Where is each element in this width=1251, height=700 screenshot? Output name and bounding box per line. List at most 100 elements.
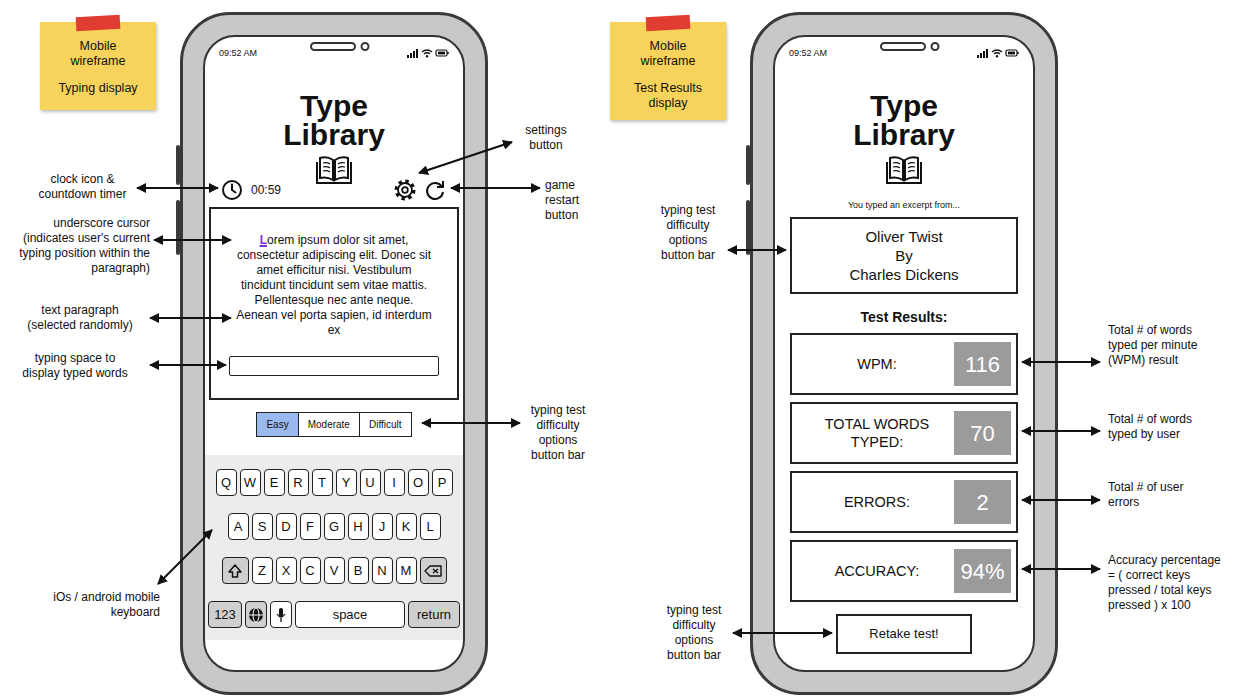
note-line: wireframe (40, 54, 156, 69)
keyboard-key[interactable]: G (324, 513, 345, 540)
annotation-line: settings (512, 123, 580, 138)
keyboard-key[interactable]: I (384, 469, 405, 496)
keyboard-key[interactable]: F (300, 513, 321, 540)
typing-phone: 09:52 AMTypeLibrary00:59Lorem ipsum dolo… (180, 12, 488, 695)
annotation-arrows (0, 0, 1251, 700)
annotation-line: options (522, 433, 594, 448)
microphone-key[interactable] (270, 601, 292, 628)
keyboard-key[interactable]: N (372, 557, 393, 584)
shift-key[interactable] (222, 557, 249, 584)
keyboard-key[interactable]: R (288, 469, 309, 496)
keyboard-key[interactable]: S (252, 513, 273, 540)
side-button (746, 200, 750, 255)
annotation-arrow (158, 530, 212, 584)
gear-icon[interactable] (393, 178, 417, 202)
result-label: ACCURACY: (800, 562, 954, 580)
difficulty-button[interactable]: Moderate (298, 413, 359, 436)
result-value: 2 (954, 480, 1011, 524)
keyboard-key[interactable]: Y (336, 469, 357, 496)
results-phone: 09:52 AMTypeLibraryYou typed an excerpt … (750, 12, 1058, 695)
book-line: Oliver Twist (800, 227, 1008, 246)
annotation-arrow (1022, 361, 1100, 363)
annotation-line: paragraph) (0, 261, 150, 276)
backspace-key[interactable] (420, 557, 447, 584)
status-bar: 09:52 AM (205, 45, 463, 61)
keyboard-key[interactable]: V (324, 557, 345, 584)
keyboard-key[interactable]: J (372, 513, 393, 540)
annotation-label: Total # of wordstyped by user (1108, 412, 1246, 442)
result-label-line: WPM: (800, 355, 954, 373)
restart-icon[interactable] (423, 178, 447, 202)
status-time: 09:52 AM (789, 47, 827, 59)
status-icon (977, 48, 1019, 58)
tape-strip (646, 15, 691, 31)
keyboard-key[interactable]: H (348, 513, 369, 540)
annotation-arrow (419, 142, 512, 173)
annotation-label: typing testdifficultyoptionsbutton bar (650, 203, 726, 263)
status-bar: 09:52 AM (775, 45, 1033, 61)
annotation-line: button bar (650, 248, 726, 263)
keyboard-key[interactable]: P (432, 469, 453, 496)
keyboard-key[interactable]: Z (252, 557, 273, 584)
keyboard-key[interactable]: A (228, 513, 249, 540)
keyboard-key[interactable]: L (420, 513, 441, 540)
keyboard-key[interactable]: T (312, 469, 333, 496)
side-button (176, 200, 180, 255)
annotation-label: Accuracy percentage= ( correct keyspress… (1108, 553, 1246, 613)
result-row: WPM:116 (790, 333, 1018, 395)
result-label: WPM: (800, 355, 954, 373)
microphone-icon (276, 607, 286, 623)
annotation-line: game (545, 178, 605, 193)
keyboard-key[interactable]: W (240, 469, 261, 496)
app-title: TypeLibrary (283, 91, 385, 149)
keyboard-key[interactable]: X (276, 557, 297, 584)
annotation-line: (WPM) result (1108, 353, 1246, 368)
typing-field[interactable] (229, 356, 439, 376)
difficulty-button[interactable]: Difficult (359, 413, 411, 436)
results-heading: Test Results: (861, 308, 948, 326)
annotation-line: typing space to (5, 351, 145, 366)
phone-screen: 09:52 AMTypeLibraryYou typed an excerpt … (773, 35, 1035, 672)
timer-group: 00:59 (221, 179, 281, 201)
annotation-line: Total # of user (1108, 480, 1246, 495)
shift-icon (227, 563, 243, 579)
annotation-arrow (154, 239, 231, 241)
annotation-line: iOs / android mobile (15, 590, 160, 605)
keyboard-key[interactable]: space (295, 601, 405, 628)
annotation-arrow (733, 632, 832, 634)
excerpt-intro: You typed an excerpt from... (848, 199, 960, 211)
annotation-line: Total # of words (1108, 323, 1246, 338)
keyboard-key[interactable]: M (396, 557, 417, 584)
keyboard-key[interactable]: B (348, 557, 369, 584)
keyboard-key[interactable]: C (300, 557, 321, 584)
note-caption-line: display (610, 96, 726, 111)
annotation-label: gamerestartbutton (545, 178, 605, 223)
difficulty-button[interactable]: Easy (257, 413, 297, 436)
annotation-line: button bar (656, 648, 732, 663)
annotation-line: pressed / total keys (1108, 583, 1246, 598)
keyboard-key[interactable]: Q (216, 469, 237, 496)
annotation-label: typing testdifficultyoptionsbutton bar (522, 403, 594, 463)
annotation-label: underscore cursor(indicates user's curre… (0, 216, 150, 276)
result-value: 116 (954, 342, 1011, 386)
status-icon (407, 48, 449, 58)
globe-key[interactable] (245, 601, 267, 628)
book-icon (885, 153, 923, 185)
keyboard-key[interactable]: U (360, 469, 381, 496)
keyboard: QWERTYUIOP ASDFGHJKL ZXCVBNM 123 spacereturn (205, 455, 463, 640)
result-value: 94% (954, 549, 1011, 593)
keyboard-key[interactable]: 123 (208, 601, 242, 628)
tool-row: 00:59 (205, 177, 463, 203)
annotation-line: text paragraph (15, 303, 145, 318)
annotation-label: settingsbutton (512, 123, 580, 153)
keyboard-key[interactable]: E (264, 469, 285, 496)
keyboard-key[interactable]: O (408, 469, 429, 496)
result-row: ACCURACY:94% (790, 540, 1018, 602)
annotation-label: typing space todisplay typed words (5, 351, 145, 381)
retake-button[interactable]: Retake test! (836, 614, 972, 654)
note-line: wireframe (610, 54, 726, 69)
result-label-line: ACCURACY: (800, 562, 954, 580)
keyboard-key[interactable]: return (408, 601, 460, 628)
keyboard-key[interactable]: K (396, 513, 417, 540)
keyboard-key[interactable]: D (276, 513, 297, 540)
